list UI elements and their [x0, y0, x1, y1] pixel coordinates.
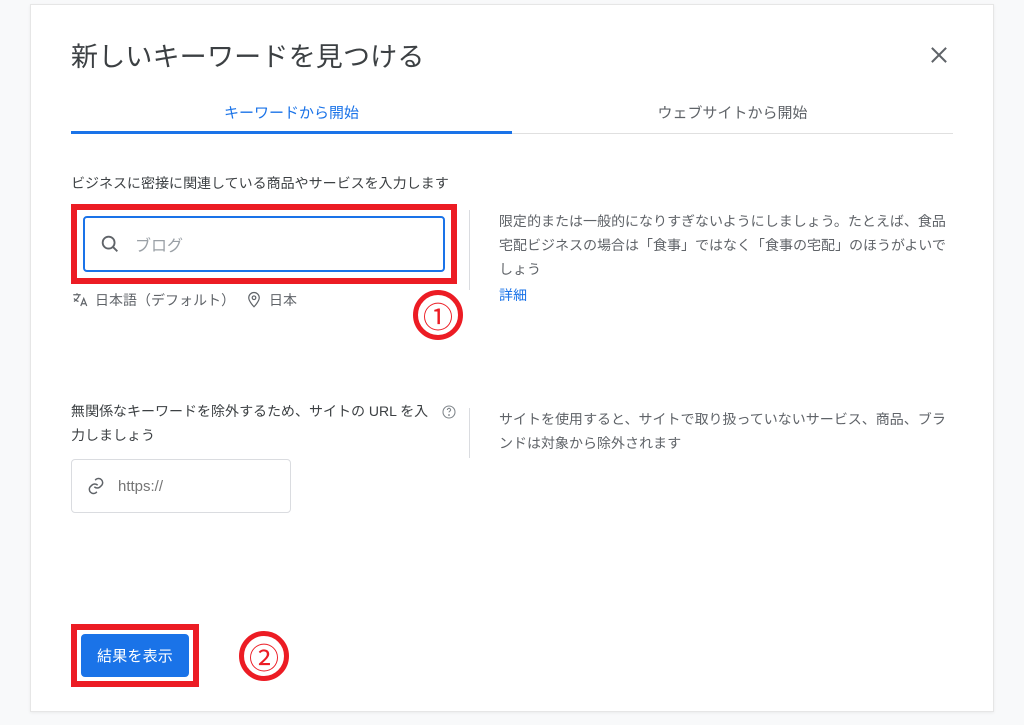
url-input[interactable]	[118, 478, 317, 495]
tab-bar: キーワードから開始 ウェブサイトから開始	[71, 92, 953, 134]
close-button[interactable]	[919, 35, 959, 75]
submit-button[interactable]: 結果を表示	[81, 634, 189, 677]
tab-start-website[interactable]: ウェブサイトから開始	[512, 92, 953, 133]
help-icon[interactable]	[441, 404, 457, 420]
annotation-highlight-2: 結果を表示	[71, 624, 199, 687]
translate-icon	[71, 291, 89, 309]
annotation-badge-2: ②	[239, 631, 289, 681]
keyword-hint: 限定的または一般的になりすぎないようにしましょう。たとえば、食品宅配ビジネスの場…	[499, 210, 953, 281]
language-value: 日本語（デフォルト）	[95, 290, 235, 310]
close-icon	[928, 44, 950, 66]
tab-start-keywords[interactable]: キーワードから開始	[71, 92, 512, 133]
details-link[interactable]: 詳細	[499, 285, 527, 305]
location-icon	[245, 291, 263, 309]
language-selector[interactable]: 日本語（デフォルト）	[71, 290, 235, 310]
location-value: 日本	[269, 290, 297, 310]
search-icon	[99, 233, 121, 255]
url-hint: サイトを使用すると、サイトで取り扱っていないサービス、商品、ブランドは対象から除…	[499, 408, 953, 456]
dialog-title: 新しいキーワードを見つける	[71, 35, 953, 74]
url-field[interactable]	[71, 459, 291, 513]
annotation-badge-1: ①	[413, 290, 463, 340]
keyword-input-label: ビジネスに密接に関連している商品やサービスを入力します	[71, 172, 457, 196]
location-selector[interactable]: 日本	[245, 290, 297, 310]
url-input-label: 無関係なキーワードを除外するため、サイトの URL を入力しましょう	[71, 400, 435, 448]
keyword-search-field[interactable]	[83, 216, 445, 272]
annotation-highlight-1	[71, 204, 457, 284]
link-icon	[86, 476, 106, 496]
keyword-dialog: 新しいキーワードを見つける キーワードから開始 ウェブサイトから開始 ビジネスに…	[30, 4, 994, 712]
keyword-input[interactable]	[135, 235, 433, 253]
locale-row: 日本語（デフォルト） 日本	[71, 290, 457, 310]
